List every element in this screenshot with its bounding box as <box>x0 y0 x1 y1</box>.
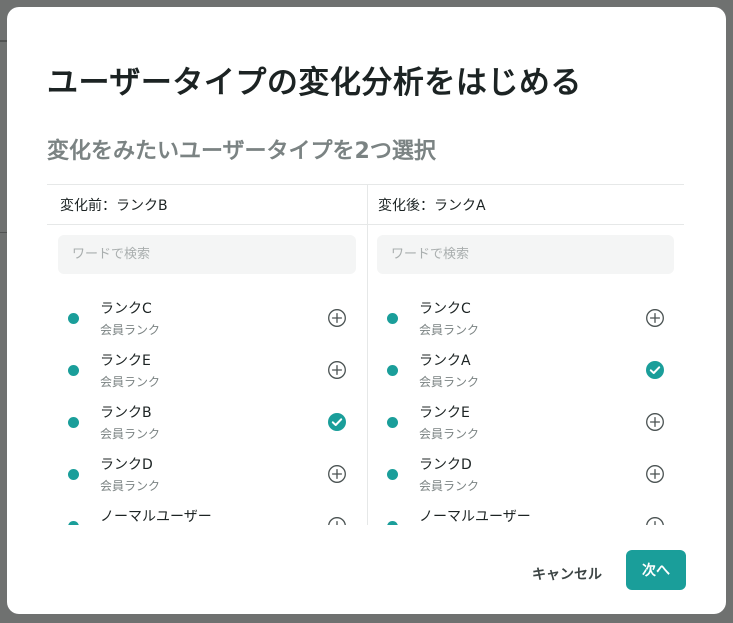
plus-circle-icon[interactable] <box>327 516 347 525</box>
user-type-item[interactable]: ノーマルユーザー <box>368 497 684 525</box>
user-type-item[interactable]: ランクA 会員ランク <box>368 341 684 393</box>
after-panel: 変化後：ランクA ランクC会員ランクランクA会員ランクランクE会員ランクランクD… <box>368 185 684 525</box>
plus-circle-icon[interactable] <box>645 464 665 484</box>
user-type-name: ランクB <box>100 405 152 421</box>
user-type-item[interactable]: ランクD 会員ランク <box>368 445 684 497</box>
user-type-item[interactable]: ランクC 会員ランク <box>47 289 367 341</box>
plus-circle-icon[interactable] <box>327 464 347 484</box>
user-type-name: ノーマルユーザー <box>419 509 531 525</box>
dialog-subtitle: 変化をみたいユーザータイプを2つ選択 <box>47 139 436 164</box>
user-type-item[interactable]: ランクD 会員ランク <box>47 445 367 497</box>
user-type-color-dot <box>387 417 398 428</box>
user-type-color-dot <box>68 521 79 525</box>
plus-circle-icon[interactable] <box>327 308 347 328</box>
user-type-category: 会員ランク <box>419 479 480 493</box>
user-type-name: ランクC <box>100 301 152 317</box>
check-circle-icon[interactable] <box>645 360 665 380</box>
plus-circle-icon[interactable] <box>645 516 665 525</box>
user-type-item[interactable]: ランクB 会員ランク <box>47 393 367 445</box>
user-type-name: ランクE <box>100 353 151 369</box>
user-type-color-dot <box>68 469 79 480</box>
user-type-category: 会員ランク <box>419 375 480 389</box>
plus-circle-icon[interactable] <box>645 308 665 328</box>
user-type-color-dot <box>387 521 398 525</box>
user-type-category: 会員ランク <box>100 375 161 389</box>
user-type-color-dot <box>68 313 79 324</box>
user-type-color-dot <box>68 365 79 376</box>
after-search-input[interactable] <box>377 235 674 274</box>
before-panel-header: 変化前：ランクB <box>47 185 367 225</box>
user-type-name: ランクD <box>100 457 153 473</box>
user-type-name: ランクE <box>419 405 470 421</box>
next-button[interactable]: 次へ <box>626 550 686 590</box>
before-search-input[interactable] <box>58 235 356 274</box>
dialog-title: ユーザータイプの変化分析をはじめる <box>47 65 582 101</box>
user-type-name: ランクD <box>419 457 472 473</box>
user-type-name: ノーマルユーザー <box>100 509 212 525</box>
user-type-color-dot <box>387 469 398 480</box>
user-type-name: ランクA <box>419 353 471 369</box>
user-type-category: 会員ランク <box>419 427 480 441</box>
after-panel-header: 変化後：ランクA <box>368 185 684 225</box>
check-circle-icon[interactable] <box>327 412 347 432</box>
user-type-item[interactable]: ノーマルユーザー <box>47 497 367 525</box>
user-type-category: 会員ランク <box>100 323 161 337</box>
plus-circle-icon[interactable] <box>645 412 665 432</box>
user-type-category: 会員ランク <box>419 323 480 337</box>
before-user-type-list: ランクC 会員ランク ランクE 会員ランク ランクB 会員ランク ランクD 会員ランク ノーマル… <box>47 289 367 525</box>
user-type-color-dot <box>387 313 398 324</box>
user-type-item[interactable]: ランクC 会員ランク <box>368 289 684 341</box>
user-type-color-dot <box>68 417 79 428</box>
user-type-category: 会員ランク <box>100 427 161 441</box>
user-type-name: ランクC <box>419 301 471 317</box>
before-panel: 変化前：ランクB ランクC会員ランクランクE会員ランクランクB会員ランクランクD… <box>47 185 368 525</box>
after-user-type-list: ランクC 会員ランク ランクA 会員ランク ランクE 会員ランク ランクD 会員ランク ノーマル… <box>368 289 684 525</box>
user-type-selector: 変化前：ランクB ランクC会員ランクランクE会員ランクランクB会員ランクランクD… <box>47 184 684 525</box>
cancel-button[interactable]: キャンセル <box>517 558 617 590</box>
user-type-category: 会員ランク <box>100 479 161 493</box>
change-analysis-dialog: ユーザータイプの変化分析をはじめる 変化をみたいユーザータイプを2つ選択 変化前… <box>7 7 726 614</box>
user-type-item[interactable]: ランクE 会員ランク <box>47 341 367 393</box>
plus-circle-icon[interactable] <box>327 360 347 380</box>
user-type-color-dot <box>387 365 398 376</box>
user-type-item[interactable]: ランクE 会員ランク <box>368 393 684 445</box>
